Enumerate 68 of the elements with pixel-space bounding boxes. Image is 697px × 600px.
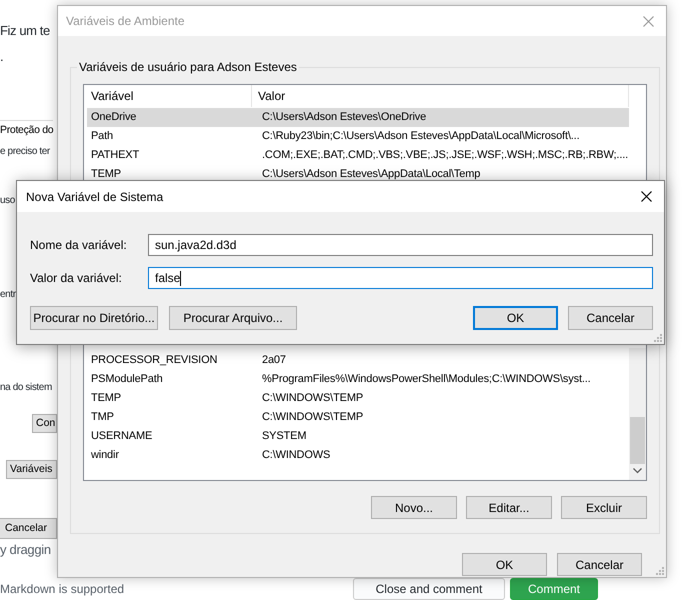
variable-value: %ProgramFiles%\WindowsPowerShell\Modules;C:\WINDOWS\syst... [262,372,592,387]
button[interactable]: Editar... [466,496,552,519]
input-field[interactable]: sun.java2d.d3d [148,234,653,256]
variable-value: C:\WINDOWS\TEMP [262,391,364,406]
field-label: Valor da variável: [30,271,123,285]
column-header[interactable]: Variável [84,85,252,107]
variable-value: C:\WINDOWS\TEMP [262,410,364,425]
variable-value: C:\Users\Adson Esteves\AppData\Local\Temp [262,167,482,182]
variable-value: .COM;.EXE;.BAT;.CMD;.VBS;.VBE;.JS;.JSE;.WSF;.WSH;.MSC;.RB;.RBW;.... [262,148,629,163]
list-row[interactable]: PSModulePath %ProgramFiles%\WindowsPowerShell\Modules;C:\WINDOWS\syst... [87,370,629,389]
resize-grip-icon[interactable] [656,567,664,575]
variable-name: TMP [90,410,115,425]
column-header[interactable]: Valor [252,85,629,107]
variable-name: TEMP [90,391,122,406]
text-cursor [180,271,182,286]
hint-text: Markdown is supported [0,582,126,596]
variable-value: 2a07 [262,353,287,368]
button[interactable]: Con [32,414,57,433]
input-field[interactable]: false [148,267,653,289]
tab[interactable]: Proteção do [0,120,54,140]
comment-text: Fiz um te [0,22,50,40]
hint-text: y draggin [0,541,51,559]
close-icon[interactable] [640,191,652,202]
button[interactable]: OK [462,553,547,576]
variable-value: C:\Ruby23\bin;C:\Users\Adson Esteves\AppData\Local\Microsoft\... [262,129,580,144]
list-row[interactable]: PROCESSOR_REVISION 2a07 [87,351,629,370]
variable-name: PROCESSOR_REVISION [90,353,218,368]
chevron-down-icon[interactable] [633,468,642,474]
list-row[interactable]: TMP C:\WINDOWS\TEMP [87,408,629,427]
list-row[interactable]: OneDrive C:\Users\Adson Esteves\OneDrive [87,108,629,127]
list-row[interactable]: TEMP C:\WINDOWS\TEMP [87,389,629,408]
list-row[interactable]: USERNAME SYSTEM [87,427,629,446]
variable-name: windir [90,448,120,463]
variable-name: TEMP [90,167,122,182]
list-row[interactable]: PATHEXT .COM;.EXE;.BAT;.CMD;.VBS;.VBE;.JS;.JSE;.WSF;.WSH;.MSC;.RB;.RBW;.... [87,146,629,165]
group-label: Variáveis de usuário para Adson Esteves [77,60,299,75]
button[interactable]: Excluir [561,496,647,519]
field-label: Nome da variável: [30,238,128,252]
list-row[interactable]: Path C:\Ruby23\bin;C:\Users\Adson Esteves\AppData\Local\Microsoft\... [87,127,629,146]
button[interactable]: Variáveis [6,460,57,479]
button[interactable]: Novo... [371,496,457,519]
button[interactable]: Procurar no Diretório... [30,306,158,330]
variable-name: PATHEXT [90,148,140,163]
window-title: Nova Variável de Sistema [26,190,164,204]
button[interactable]: OK [473,306,558,330]
variable-name: Path [90,129,114,144]
variable-name: PSModulePath [90,372,164,387]
scrollbar-thumb[interactable] [630,417,645,464]
body-text: na do sistem [0,381,52,395]
variable-value: C:\WINDOWS [262,448,332,463]
variable-name: USERNAME [90,429,154,444]
variable-value: SYSTEM [262,429,308,444]
resize-grip-icon[interactable] [654,334,662,342]
variable-name: OneDrive [90,110,138,125]
list-row[interactable]: windir C:\WINDOWS [87,446,629,465]
comment-text: . [0,48,4,64]
body-text: e preciso ter [0,145,50,159]
close-comment-button[interactable]: Close and comment [353,578,505,600]
button[interactable]: Cancelar [557,553,642,576]
variable-value: C:\Users\Adson Esteves\OneDrive [262,110,428,125]
window-title: Variáveis de Ambiente [66,14,186,28]
scrollbar[interactable] [629,348,646,480]
button[interactable]: Cancelar [568,306,653,330]
button[interactable]: Cancelar [0,518,57,539]
list-row[interactable]: TEMP C:\Users\Adson Esteves\AppData\Local\Temp [87,165,629,183]
button[interactable]: Procurar Arquivo... [169,306,297,330]
body-text: entr [0,288,16,302]
body-text: uso [0,194,15,208]
